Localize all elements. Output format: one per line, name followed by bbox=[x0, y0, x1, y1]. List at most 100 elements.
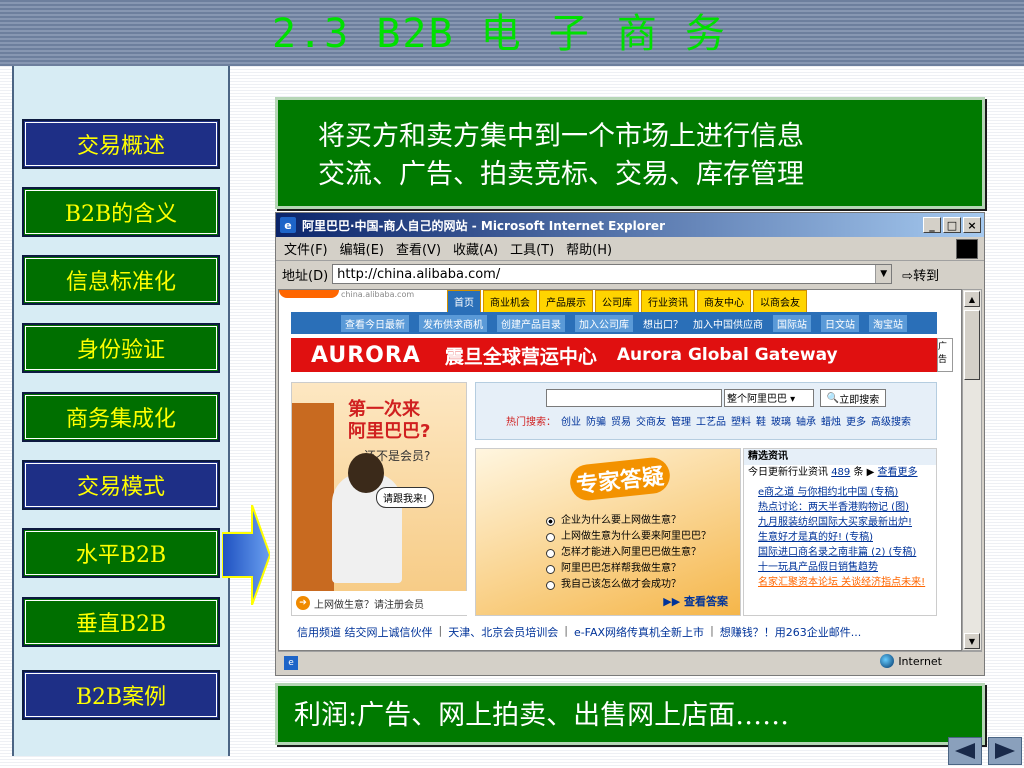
footer-link[interactable]: 天津、北京会员培训会 bbox=[448, 624, 558, 644]
nav-item-info-standard[interactable]: 信息标准化 bbox=[22, 255, 220, 305]
subnav-latest[interactable]: 查看今日最新 bbox=[341, 314, 409, 332]
expert-question[interactable]: 企业为什么要上网做生意？ bbox=[546, 513, 711, 529]
tab-companies[interactable]: 公司库 bbox=[595, 290, 639, 313]
hot-term[interactable]: 工艺品 bbox=[696, 413, 726, 428]
expert-question[interactable]: 上网做生意为什么要来阿里巴巴？ bbox=[546, 529, 711, 545]
footer-link[interactable]: 想赚钱？！用263企业邮件... bbox=[720, 624, 862, 644]
tab-products[interactable]: 产品展示 bbox=[539, 290, 593, 313]
list-item[interactable]: 国际进口商名录之南非篇 (2) (专稿) bbox=[758, 545, 932, 560]
tab-home[interactable]: 首页 bbox=[447, 290, 481, 313]
subnav-catalog[interactable]: 创建产品目录 bbox=[497, 314, 565, 332]
hot-term[interactable]: 防骗 bbox=[586, 413, 606, 428]
list-item[interactable]: e商之道 与你相约北中国 (专稿) bbox=[758, 485, 932, 500]
search-button[interactable]: 🔍 立即搜索 bbox=[820, 389, 886, 407]
picks-count[interactable]: 489 bbox=[831, 467, 850, 478]
radio[interactable] bbox=[546, 564, 555, 574]
promo-register-link[interactable]: ➔ 上网做生意？请注册会员 bbox=[292, 591, 468, 615]
subnav-join[interactable]: 加入公司库 bbox=[575, 314, 633, 332]
security-zone: Internet bbox=[880, 654, 942, 668]
hot-term[interactable]: 玻璃 bbox=[771, 413, 791, 428]
tab-meet-friends[interactable]: 以商会友 bbox=[753, 290, 807, 313]
menu-edit[interactable]: 编辑(E) bbox=[340, 239, 384, 258]
hot-term[interactable]: 管理 bbox=[671, 413, 691, 428]
search-scope-select[interactable]: 整个阿里巴巴 ▾ bbox=[724, 389, 814, 407]
search-scope-value: 整个阿里巴巴 bbox=[727, 394, 787, 405]
address-input[interactable]: http://china.alibaba.com/ ▼ bbox=[332, 264, 893, 284]
first-visit-promo[interactable]: 第一次来 阿里巴巴? 还不是会员? 请跟我来! ➔ 上网做生意？请注册会员 bbox=[291, 382, 468, 616]
view-answer-button[interactable]: ▶▶ 查看答案 bbox=[663, 593, 728, 609]
nav-item-identity[interactable]: 身份验证 bbox=[22, 323, 220, 373]
hot-term[interactable]: 鞋 bbox=[756, 413, 766, 428]
go-button[interactable]: ⇨转到 bbox=[902, 265, 939, 284]
list-item[interactable]: 名家汇聚资本论坛 关谈经济指点未来! bbox=[758, 575, 932, 590]
minimize-icon[interactable]: _ bbox=[923, 217, 941, 233]
go-label: 转到 bbox=[913, 268, 940, 284]
nav-item-trade-modes[interactable]: 交易模式 bbox=[22, 460, 220, 510]
picks-more-link[interactable]: 查看更多 bbox=[878, 467, 918, 478]
hot-term[interactable]: 塑料 bbox=[731, 413, 751, 428]
profit-text: 利润:广告、网上拍卖、出售网上店面…… bbox=[294, 700, 790, 731]
subnav-supplier[interactable]: 加入中国供应商 bbox=[693, 316, 763, 331]
subnav-export[interactable]: 想出口？ bbox=[643, 316, 683, 331]
expert-question[interactable]: 我自己该怎么做才会成功？ bbox=[546, 577, 711, 593]
nav-item-b2b-cases[interactable]: B2B案例 bbox=[22, 670, 220, 720]
nav-item-b2b-meaning[interactable]: B2B的含义 bbox=[22, 187, 220, 237]
subnav-jp[interactable]: 日文站 bbox=[821, 314, 859, 332]
windows-flag-icon bbox=[956, 239, 978, 259]
tab-friends-center[interactable]: 商友中心 bbox=[697, 290, 751, 313]
subnav-intl[interactable]: 国际站 bbox=[773, 314, 811, 332]
address-label: 地址(D) bbox=[282, 268, 329, 284]
previous-slide-button[interactable] bbox=[948, 737, 982, 765]
list-item[interactable]: 十一玩具产品假日销售趋势 bbox=[758, 560, 932, 575]
subnav-taobao[interactable]: 淘宝站 bbox=[869, 314, 907, 332]
browser-menu-bar: 文件(F) 编辑(E) 查看(V) 收藏(A) 工具(T) 帮助(H) bbox=[276, 237, 984, 261]
menu-favorites[interactable]: 收藏(A) bbox=[453, 239, 498, 258]
page-scrollbar[interactable]: ▲ ▼ bbox=[962, 289, 982, 651]
hot-term[interactable]: 轴承 bbox=[796, 413, 816, 428]
tab-opportunities[interactable]: 商业机会 bbox=[483, 290, 537, 313]
expert-question[interactable]: 阿里巴巴怎样帮我做生意？ bbox=[546, 561, 711, 577]
divider: | bbox=[564, 624, 568, 637]
tab-news[interactable]: 行业资讯 bbox=[641, 290, 695, 313]
scroll-down-icon[interactable]: ▼ bbox=[964, 633, 980, 649]
nav-item-horizontal-b2b[interactable]: 水平B2B bbox=[22, 528, 220, 578]
picks-sub-unit: 条 bbox=[853, 467, 864, 478]
menu-help[interactable]: 帮助(H) bbox=[566, 239, 612, 258]
close-icon[interactable]: × bbox=[963, 217, 981, 233]
hot-term[interactable]: 交商友 bbox=[636, 413, 666, 428]
menu-file[interactable]: 文件(F) bbox=[284, 239, 328, 258]
chevron-down-icon[interactable]: ▼ bbox=[875, 265, 892, 283]
list-item[interactable]: 生意好才是真的好! (专稿) bbox=[758, 530, 932, 545]
radio-selected[interactable] bbox=[546, 516, 555, 526]
footer-link[interactable]: 信用频道 结交网上诚信伙伴 bbox=[297, 624, 433, 644]
promo-bubble[interactable]: 请跟我来! bbox=[376, 487, 435, 508]
address-bar: 地址(D) http://china.alibaba.com/ ▼ ⇨转到 bbox=[276, 261, 984, 287]
next-slide-button[interactable] bbox=[988, 737, 1022, 765]
browser-title: 阿里巴巴·中国-商人自己的网站 - Microsoft Internet Exp… bbox=[302, 218, 665, 233]
hot-more[interactable]: 更多 bbox=[846, 413, 866, 428]
nav-item-vertical-b2b[interactable]: 垂直B2B bbox=[22, 597, 220, 647]
list-item[interactable]: 热点讨论：两天半香港购物记 (图) bbox=[758, 500, 932, 515]
menu-view[interactable]: 查看(V) bbox=[396, 239, 441, 258]
radio[interactable] bbox=[546, 532, 555, 542]
menu-tools[interactable]: 工具(T) bbox=[510, 239, 554, 258]
aurora-banner[interactable]: AURORA 震旦全球营运中心 Aurora Global Gateway bbox=[291, 338, 937, 372]
nav-item-overview[interactable]: 交易概述 bbox=[22, 119, 220, 169]
search-icon: 🔍 bbox=[826, 392, 840, 404]
radio[interactable] bbox=[546, 580, 555, 590]
scroll-thumb[interactable] bbox=[964, 310, 980, 380]
maximize-icon[interactable]: □ bbox=[943, 217, 961, 233]
scroll-up-icon[interactable]: ▲ bbox=[964, 291, 980, 307]
hot-term[interactable]: 创业 bbox=[561, 413, 581, 428]
search-input[interactable] bbox=[546, 389, 722, 407]
hot-term[interactable]: 蜡烛 bbox=[821, 413, 841, 428]
advanced-search[interactable]: 高级搜索 bbox=[871, 413, 911, 428]
hot-term[interactable]: 贸易 bbox=[611, 413, 631, 428]
radio[interactable] bbox=[546, 548, 555, 558]
footer-link[interactable]: e-FAX网络传真机全新上市 bbox=[574, 624, 704, 644]
door-image bbox=[292, 403, 334, 603]
nav-item-integration[interactable]: 商务集成化 bbox=[22, 392, 220, 442]
expert-question[interactable]: 怎样才能进入阿里巴巴做生意？ bbox=[546, 545, 711, 561]
list-item[interactable]: 九月服装纺织国际大买家最新出炉! bbox=[758, 515, 932, 530]
subnav-post[interactable]: 发布供求商机 bbox=[419, 314, 487, 332]
